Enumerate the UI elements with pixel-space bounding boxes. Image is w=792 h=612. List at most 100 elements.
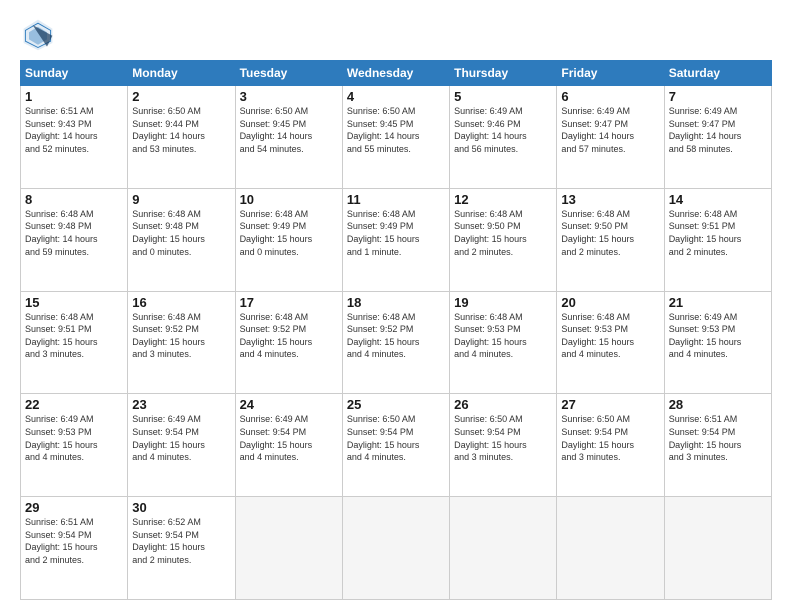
day-number: 19 (454, 295, 552, 310)
calendar-cell: 18Sunrise: 6:48 AM Sunset: 9:52 PM Dayli… (342, 291, 449, 394)
header-cell-saturday: Saturday (664, 61, 771, 86)
week-row-3: 15Sunrise: 6:48 AM Sunset: 9:51 PM Dayli… (21, 291, 772, 394)
calendar-cell (342, 497, 449, 600)
calendar-cell: 16Sunrise: 6:48 AM Sunset: 9:52 PM Dayli… (128, 291, 235, 394)
day-number: 26 (454, 397, 552, 412)
logo-icon (20, 16, 56, 52)
calendar-cell: 24Sunrise: 6:49 AM Sunset: 9:54 PM Dayli… (235, 394, 342, 497)
calendar-cell: 14Sunrise: 6:48 AM Sunset: 9:51 PM Dayli… (664, 188, 771, 291)
day-info: Sunrise: 6:48 AM Sunset: 9:49 PM Dayligh… (347, 208, 445, 258)
day-info: Sunrise: 6:49 AM Sunset: 9:47 PM Dayligh… (669, 105, 767, 155)
calendar-cell: 25Sunrise: 6:50 AM Sunset: 9:54 PM Dayli… (342, 394, 449, 497)
calendar-cell: 15Sunrise: 6:48 AM Sunset: 9:51 PM Dayli… (21, 291, 128, 394)
calendar-cell: 6Sunrise: 6:49 AM Sunset: 9:47 PM Daylig… (557, 86, 664, 189)
calendar-cell: 3Sunrise: 6:50 AM Sunset: 9:45 PM Daylig… (235, 86, 342, 189)
day-number: 23 (132, 397, 230, 412)
day-info: Sunrise: 6:50 AM Sunset: 9:44 PM Dayligh… (132, 105, 230, 155)
day-number: 30 (132, 500, 230, 515)
day-number: 7 (669, 89, 767, 104)
calendar-cell (235, 497, 342, 600)
day-info: Sunrise: 6:51 AM Sunset: 9:54 PM Dayligh… (669, 413, 767, 463)
day-number: 16 (132, 295, 230, 310)
day-number: 11 (347, 192, 445, 207)
day-number: 15 (25, 295, 123, 310)
calendar-cell (557, 497, 664, 600)
day-number: 8 (25, 192, 123, 207)
header-cell-tuesday: Tuesday (235, 61, 342, 86)
day-number: 12 (454, 192, 552, 207)
day-info: Sunrise: 6:48 AM Sunset: 9:51 PM Dayligh… (669, 208, 767, 258)
calendar-cell: 4Sunrise: 6:50 AM Sunset: 9:45 PM Daylig… (342, 86, 449, 189)
day-info: Sunrise: 6:49 AM Sunset: 9:54 PM Dayligh… (240, 413, 338, 463)
logo (20, 16, 60, 52)
day-number: 6 (561, 89, 659, 104)
day-number: 13 (561, 192, 659, 207)
calendar-header: SundayMondayTuesdayWednesdayThursdayFrid… (21, 61, 772, 86)
calendar-cell (450, 497, 557, 600)
calendar-cell: 9Sunrise: 6:48 AM Sunset: 9:48 PM Daylig… (128, 188, 235, 291)
day-number: 27 (561, 397, 659, 412)
day-info: Sunrise: 6:49 AM Sunset: 9:46 PM Dayligh… (454, 105, 552, 155)
day-number: 14 (669, 192, 767, 207)
page: SundayMondayTuesdayWednesdayThursdayFrid… (0, 0, 792, 612)
calendar-cell: 21Sunrise: 6:49 AM Sunset: 9:53 PM Dayli… (664, 291, 771, 394)
day-info: Sunrise: 6:48 AM Sunset: 9:52 PM Dayligh… (347, 311, 445, 361)
day-info: Sunrise: 6:48 AM Sunset: 9:50 PM Dayligh… (561, 208, 659, 258)
day-info: Sunrise: 6:52 AM Sunset: 9:54 PM Dayligh… (132, 516, 230, 566)
day-number: 3 (240, 89, 338, 104)
calendar-table: SundayMondayTuesdayWednesdayThursdayFrid… (20, 60, 772, 600)
day-number: 28 (669, 397, 767, 412)
day-info: Sunrise: 6:48 AM Sunset: 9:53 PM Dayligh… (561, 311, 659, 361)
day-number: 22 (25, 397, 123, 412)
calendar-cell: 23Sunrise: 6:49 AM Sunset: 9:54 PM Dayli… (128, 394, 235, 497)
calendar-cell: 29Sunrise: 6:51 AM Sunset: 9:54 PM Dayli… (21, 497, 128, 600)
calendar-cell: 26Sunrise: 6:50 AM Sunset: 9:54 PM Dayli… (450, 394, 557, 497)
day-info: Sunrise: 6:48 AM Sunset: 9:53 PM Dayligh… (454, 311, 552, 361)
day-number: 21 (669, 295, 767, 310)
calendar-cell: 8Sunrise: 6:48 AM Sunset: 9:48 PM Daylig… (21, 188, 128, 291)
calendar-cell: 17Sunrise: 6:48 AM Sunset: 9:52 PM Dayli… (235, 291, 342, 394)
day-info: Sunrise: 6:49 AM Sunset: 9:47 PM Dayligh… (561, 105, 659, 155)
calendar-cell: 28Sunrise: 6:51 AM Sunset: 9:54 PM Dayli… (664, 394, 771, 497)
day-info: Sunrise: 6:48 AM Sunset: 9:52 PM Dayligh… (240, 311, 338, 361)
calendar-cell: 7Sunrise: 6:49 AM Sunset: 9:47 PM Daylig… (664, 86, 771, 189)
calendar-cell: 22Sunrise: 6:49 AM Sunset: 9:53 PM Dayli… (21, 394, 128, 497)
day-number: 24 (240, 397, 338, 412)
header (20, 16, 772, 52)
calendar-cell: 5Sunrise: 6:49 AM Sunset: 9:46 PM Daylig… (450, 86, 557, 189)
day-info: Sunrise: 6:50 AM Sunset: 9:54 PM Dayligh… (454, 413, 552, 463)
week-row-5: 29Sunrise: 6:51 AM Sunset: 9:54 PM Dayli… (21, 497, 772, 600)
week-row-2: 8Sunrise: 6:48 AM Sunset: 9:48 PM Daylig… (21, 188, 772, 291)
header-cell-thursday: Thursday (450, 61, 557, 86)
calendar-body: 1Sunrise: 6:51 AM Sunset: 9:43 PM Daylig… (21, 86, 772, 600)
calendar-cell: 13Sunrise: 6:48 AM Sunset: 9:50 PM Dayli… (557, 188, 664, 291)
day-info: Sunrise: 6:50 AM Sunset: 9:54 PM Dayligh… (347, 413, 445, 463)
day-info: Sunrise: 6:48 AM Sunset: 9:49 PM Dayligh… (240, 208, 338, 258)
day-info: Sunrise: 6:50 AM Sunset: 9:54 PM Dayligh… (561, 413, 659, 463)
day-info: Sunrise: 6:48 AM Sunset: 9:50 PM Dayligh… (454, 208, 552, 258)
day-info: Sunrise: 6:48 AM Sunset: 9:51 PM Dayligh… (25, 311, 123, 361)
day-info: Sunrise: 6:50 AM Sunset: 9:45 PM Dayligh… (240, 105, 338, 155)
day-number: 1 (25, 89, 123, 104)
calendar-cell: 10Sunrise: 6:48 AM Sunset: 9:49 PM Dayli… (235, 188, 342, 291)
calendar-cell: 20Sunrise: 6:48 AM Sunset: 9:53 PM Dayli… (557, 291, 664, 394)
calendar-cell: 12Sunrise: 6:48 AM Sunset: 9:50 PM Dayli… (450, 188, 557, 291)
day-number: 25 (347, 397, 445, 412)
calendar-cell: 2Sunrise: 6:50 AM Sunset: 9:44 PM Daylig… (128, 86, 235, 189)
day-number: 29 (25, 500, 123, 515)
day-info: Sunrise: 6:50 AM Sunset: 9:45 PM Dayligh… (347, 105, 445, 155)
day-number: 2 (132, 89, 230, 104)
day-info: Sunrise: 6:48 AM Sunset: 9:48 PM Dayligh… (132, 208, 230, 258)
day-info: Sunrise: 6:49 AM Sunset: 9:53 PM Dayligh… (25, 413, 123, 463)
calendar-cell: 19Sunrise: 6:48 AM Sunset: 9:53 PM Dayli… (450, 291, 557, 394)
day-info: Sunrise: 6:49 AM Sunset: 9:54 PM Dayligh… (132, 413, 230, 463)
calendar-cell: 30Sunrise: 6:52 AM Sunset: 9:54 PM Dayli… (128, 497, 235, 600)
day-number: 5 (454, 89, 552, 104)
day-info: Sunrise: 6:48 AM Sunset: 9:48 PM Dayligh… (25, 208, 123, 258)
day-info: Sunrise: 6:49 AM Sunset: 9:53 PM Dayligh… (669, 311, 767, 361)
header-cell-wednesday: Wednesday (342, 61, 449, 86)
calendar-cell: 1Sunrise: 6:51 AM Sunset: 9:43 PM Daylig… (21, 86, 128, 189)
day-number: 4 (347, 89, 445, 104)
day-number: 17 (240, 295, 338, 310)
day-number: 10 (240, 192, 338, 207)
